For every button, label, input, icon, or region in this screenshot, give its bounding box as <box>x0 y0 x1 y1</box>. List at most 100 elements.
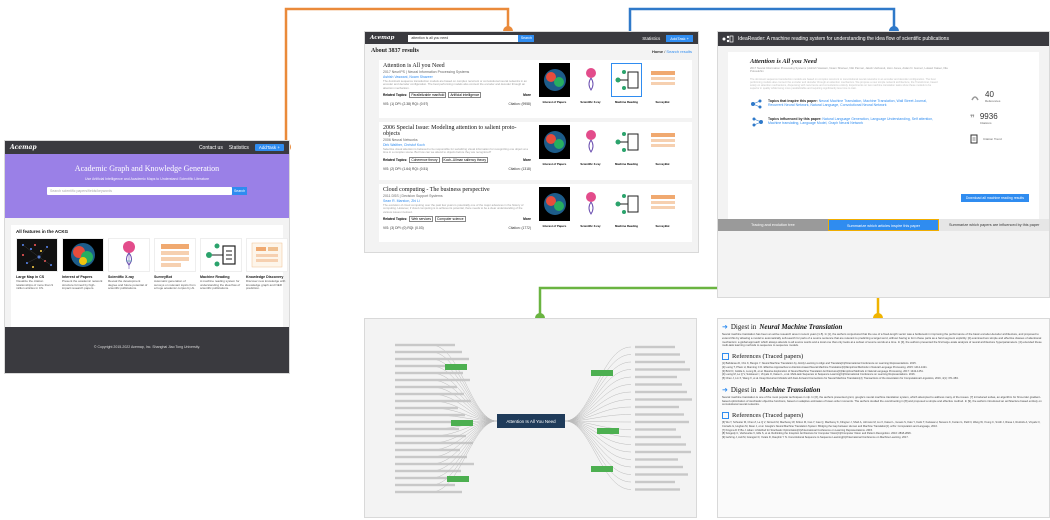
tool-surveybot[interactable]: SurveyBot <box>647 63 678 115</box>
stat-label: Citations <box>979 121 992 125</box>
home-search-input[interactable]: Search scientific papers/fields/keywords <box>47 187 232 195</box>
tree-edge <box>430 420 498 486</box>
paper-title: Attention is All you Need <box>750 58 817 65</box>
tool-machine-reading[interactable]: Machine Reading <box>611 125 642 177</box>
hero-title: Academic Graph and Knowledge Generation <box>74 164 220 173</box>
survey-stack-icon <box>647 125 678 159</box>
tool-interest[interactable]: Interest of Papers <box>539 63 570 115</box>
tab-influenced-summary[interactable]: Summarize which papers are influenced by… <box>939 219 1049 231</box>
results-navbar: Acemap attention is all you need Search … <box>365 32 698 44</box>
tree-leaf-label <box>395 371 463 375</box>
tree-leaf-label <box>635 413 684 416</box>
reference-item[interactable]: [6] Wu Y, Schuster M, Chen Z, Le Q V, No… <box>722 421 1045 429</box>
result-scores: VIS: (2) DPI: (1.64) RQI: (0.51) <box>383 166 429 171</box>
topic-tag[interactable]: Parallelizable manifold <box>409 92 447 99</box>
survey-stack-icon <box>161 244 189 267</box>
tool-xray[interactable]: Scientific X-ray <box>575 187 606 239</box>
nav-statistics-link[interactable]: Statistics <box>642 36 660 41</box>
result-venue: 2017 NeurIPS | Neural Information Proces… <box>383 70 470 74</box>
tree-leaf-label <box>395 406 458 410</box>
feature-card[interactable]: Large Map in CS Visualize the citation r… <box>16 238 58 291</box>
references-title: References (Traced papers) <box>732 412 804 420</box>
result-abstract: Selective visual attention is believed t… <box>383 147 528 155</box>
inspire-topics-icon <box>751 99 762 109</box>
home-search-button[interactable]: Search <box>232 187 247 195</box>
results-search-input[interactable]: attention is all you need <box>408 34 519 42</box>
idea-reader-panel: IdeaReader: A machine reading system for… <box>717 31 1050 298</box>
digest-topic: Machine Translation <box>759 385 821 394</box>
references-list: [6] Wu Y, Schuster M, Chen Z, Le Q V, No… <box>722 421 1045 440</box>
reference-item[interactable]: [9] Gehring J, Auli M, Grangier D, Yarat… <box>722 436 1045 440</box>
feature-card[interactable]: Knowledge Discovery Discover new knowled… <box>246 238 288 291</box>
result-title[interactable]: Attention is All you Need <box>383 63 531 69</box>
tool-interest[interactable]: Interest of Papers <box>539 125 570 177</box>
acemap-logo[interactable]: Acemap <box>10 144 37 151</box>
tab-inspire-summary[interactable]: Summarize which articles inspire this pa… <box>827 219 940 231</box>
xray-icon <box>575 63 606 97</box>
related-topics: Related Topics: Web services Computer sc… <box>383 216 531 223</box>
tool-surveybot[interactable]: SurveyBot <box>647 125 678 177</box>
acemap-logo[interactable]: Acemap <box>370 35 394 41</box>
interest-thumbnail <box>62 238 104 272</box>
tree-edge <box>564 420 632 468</box>
related-topics: Related Topics: Parallelizable manifold … <box>383 92 531 99</box>
result-citations: Citation: (1772) <box>508 226 531 231</box>
reference-item[interactable]: [5] Chen J, Lin X, Wang X, et al. Deep R… <box>722 377 1045 381</box>
results-search-button[interactable]: Search <box>518 34 535 42</box>
tool-machine-reading[interactable]: Machine Reading <box>611 63 642 115</box>
result-tools: Interest of Papers Scientific X-ray Mach… <box>539 187 678 239</box>
result-citations: Citation: (1318) <box>508 166 531 171</box>
brain-network-icon <box>539 63 570 97</box>
features-title: All features in the ACKG <box>16 229 69 234</box>
result-title[interactable]: 2006 Special Issue: Modeling attention t… <box>383 125 531 137</box>
download-button[interactable]: Download all machine reading results <box>960 194 1029 202</box>
breadcrumb-current[interactable]: Search results <box>666 49 692 54</box>
tree-leaf-label <box>635 405 679 409</box>
nav-statistics-link[interactable]: Statistics <box>229 145 249 151</box>
tool-label: Scientific X-ray <box>580 100 601 104</box>
tree-topic-node <box>597 428 619 434</box>
tree-topic-node <box>447 476 469 482</box>
more-link[interactable]: More <box>523 158 531 162</box>
tool-interest[interactable]: Interest of Papers <box>539 187 570 239</box>
add-task-button[interactable]: AddTask + <box>666 34 693 42</box>
tree-edge <box>564 346 632 422</box>
references-list: [1] Bahdanau D, Cho K, Bengio Y. Neural … <box>722 362 1045 381</box>
tool-xray[interactable]: Scientific X-ray <box>575 125 606 177</box>
tool-machine-reading[interactable]: Machine Reading <box>611 187 642 239</box>
topic-tag[interactable]: Koch–Ullman saliency theory <box>441 156 489 163</box>
digest-body: Neural machine translation is one of the… <box>722 394 1042 407</box>
nav-contact-link[interactable]: Contact us <box>199 145 223 151</box>
topics-label: Related Topics: <box>383 157 408 162</box>
result-title[interactable]: Cloud computing - The business perspecti… <box>383 187 531 193</box>
add-task-button[interactable]: AddTask + <box>254 144 284 151</box>
tool-surveybot[interactable]: SurveyBot <box>647 187 678 239</box>
brain-network-icon <box>539 125 570 159</box>
breadcrumb-home[interactable]: Home <box>652 49 663 54</box>
more-link[interactable]: More <box>523 93 531 97</box>
topic-tag[interactable]: Web services <box>409 216 434 223</box>
references-heading: References (Traced papers) <box>722 412 1045 420</box>
feature-card[interactable]: Machine Reading A machine reading system… <box>200 238 242 291</box>
topic-tag[interactable]: Artificial intelligence <box>448 92 482 99</box>
influenced-topics-icon <box>752 117 763 127</box>
tree-topic-node <box>445 364 467 370</box>
tree-leaf-label <box>395 343 455 347</box>
feature-card[interactable]: SurveyBot Automatic generation of survey… <box>154 238 196 291</box>
feature-card[interactable]: Interest of Papers Present the academic … <box>62 238 104 291</box>
feature-card[interactable]: Scientific X-ray Reveal the development … <box>108 238 150 291</box>
tool-xray[interactable]: Scientific X-ray <box>575 63 606 115</box>
tree-edge <box>430 344 498 422</box>
result-venue: 2011 DSS | Decision Support Systems <box>383 194 443 198</box>
tree-leaf-label <box>635 345 675 349</box>
digest-topic: Neural Machine Translation <box>759 323 843 331</box>
topic-tag[interactable]: Computer science <box>435 216 466 223</box>
topic-tag[interactable]: Coherence theory <box>409 156 440 163</box>
survey-stack-icon <box>647 187 678 221</box>
tab-evolution-tree[interactable]: Tracing and evolution tree <box>718 219 828 231</box>
tree-leaf-label <box>635 480 675 484</box>
home-navbar: Acemap Contact us Statistics AddTask + <box>5 141 289 154</box>
tool-label: Interest of Papers <box>542 100 567 104</box>
more-link[interactable]: More <box>523 217 531 221</box>
tree-leaf-label <box>395 469 461 473</box>
